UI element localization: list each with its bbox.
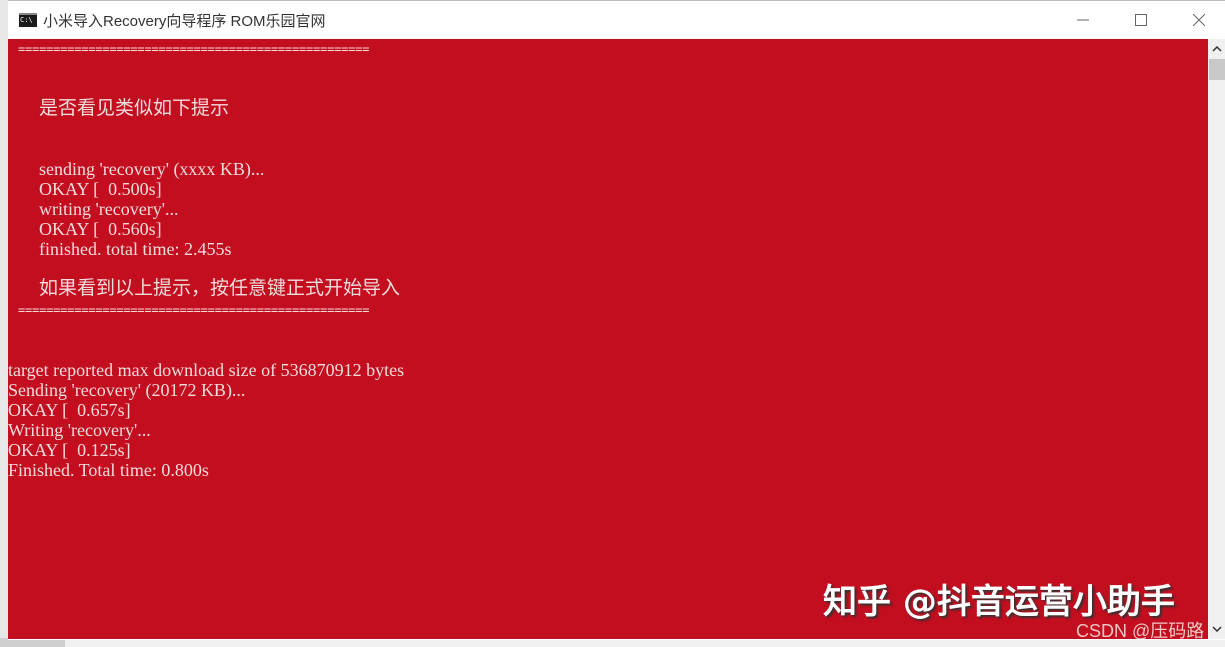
output-line: Sending 'recovery' (20172 KB)... xyxy=(8,380,246,400)
example-line: finished. total time: 2.455s xyxy=(39,239,232,259)
example-line: OKAY [ 0.560s] xyxy=(39,219,162,239)
output-line: Writing 'recovery'... xyxy=(8,420,151,440)
zhihu-watermark: 知乎 @抖音运营小助手 xyxy=(823,582,1175,622)
window-title: 小米导入Recovery向导程序 ROM乐园官网 xyxy=(43,13,326,30)
prompt-heading: 是否看见类似如下提示 xyxy=(39,98,230,119)
maximize-button[interactable] xyxy=(1112,1,1170,39)
csdn-watermark: CSDN @压码路 xyxy=(1076,621,1205,639)
example-line: sending 'recovery' (xxxx KB)... xyxy=(39,159,265,179)
minimize-button[interactable] xyxy=(1054,1,1112,39)
output-line: Finished. Total time: 0.800s xyxy=(8,460,209,480)
desktop-edge xyxy=(0,0,8,647)
example-line: writing 'recovery'... xyxy=(39,199,179,219)
console-output[interactable]: ========================================… xyxy=(8,39,1208,639)
title-bar[interactable]: C:\ 小米导入Recovery向导程序 ROM乐园官网 xyxy=(8,1,1225,39)
scrollbar-thumb[interactable] xyxy=(1209,59,1225,80)
example-line: OKAY [ 0.500s] xyxy=(39,179,162,199)
close-icon xyxy=(1193,14,1205,26)
cmd-icon: C:\ xyxy=(19,13,37,27)
output-line: OKAY [ 0.657s] xyxy=(8,400,131,420)
minimize-icon xyxy=(1077,19,1089,21)
console-window: C:\ 小米导入Recovery向导程序 ROM乐园官网 ===========… xyxy=(8,0,1225,640)
output-line: target reported max download size of 536… xyxy=(8,360,405,380)
instruction-text: 如果看到以上提示，按任意键正式开始导入 xyxy=(39,278,401,299)
vertical-scrollbar[interactable] xyxy=(1208,39,1225,639)
separator-top: ========================================… xyxy=(18,42,370,56)
close-button[interactable] xyxy=(1170,1,1225,39)
chevron-down-icon xyxy=(1211,626,1222,632)
separator-bottom: ========================================… xyxy=(18,303,370,317)
scroll-down-button[interactable] xyxy=(1208,619,1225,639)
chevron-up-icon xyxy=(1211,46,1222,52)
scroll-up-button[interactable] xyxy=(1208,39,1225,59)
maximize-icon xyxy=(1135,14,1147,26)
output-line: OKAY [ 0.125s] xyxy=(8,440,131,460)
